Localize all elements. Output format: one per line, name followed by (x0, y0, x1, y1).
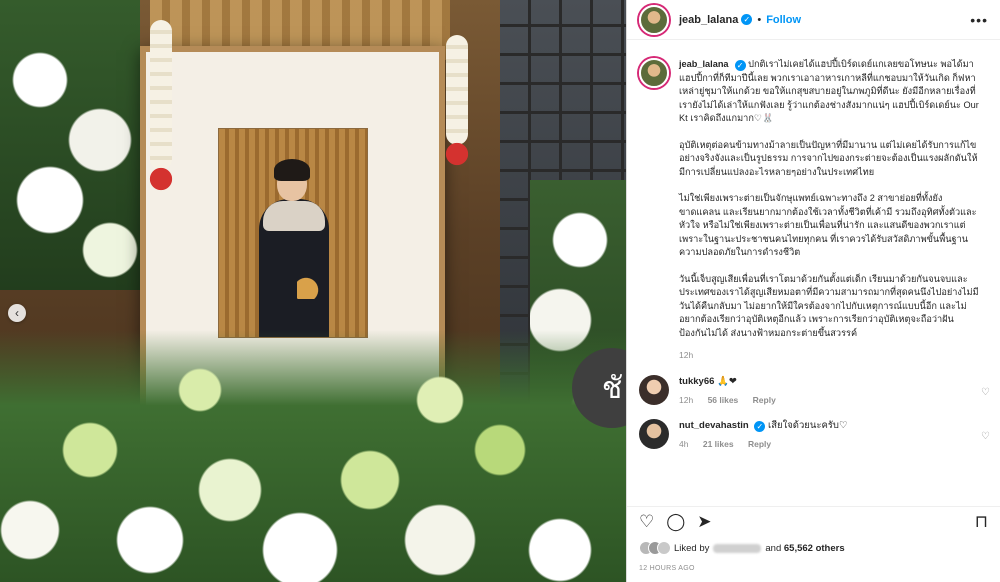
comment-item: tukky66 🙏❤ 12h 56 likes Reply ♡ (627, 374, 1000, 407)
person-hair (274, 159, 310, 181)
flowers-bottom (0, 330, 626, 582)
blurred-username (713, 543, 762, 553)
carousel-prev-button[interactable]: ‹ (8, 304, 26, 322)
comments-list[interactable]: jeab_lalana ✓ ปกติเราไม่เคยได้แฮปปี้เบิร์… (627, 50, 1000, 500)
verified-badge-icon: ✓ (754, 420, 766, 432)
liked-by-label: Liked by (674, 542, 710, 554)
save-icon[interactable]: ⊓ (975, 512, 988, 532)
reply-button[interactable]: Reply (748, 439, 771, 449)
rose-tassel (146, 166, 176, 192)
avatar[interactable] (639, 58, 669, 88)
comment-time: 4h (679, 438, 689, 449)
reply-button[interactable]: Reply (753, 395, 776, 405)
verified-badge-icon: ✓ (741, 14, 753, 25)
comment-likes[interactable]: 56 likes (708, 395, 739, 405)
comment-meta: 4h 21 likes Reply (679, 438, 847, 451)
comment-body: nut_devahastin ✓ เสียใจด้วยนะครับ♡ 4h 21… (679, 419, 847, 451)
post-photo[interactable]: ชั ‹ (0, 0, 626, 582)
avatar[interactable] (639, 418, 669, 449)
liker-avatars (639, 541, 671, 555)
follow-button[interactable]: Follow (766, 14, 801, 26)
separator-dot: • (757, 13, 762, 26)
likes-count[interactable]: 65,562 others (784, 543, 845, 554)
share-icon[interactable]: ➤ (697, 512, 711, 532)
comment-time: 12h (679, 394, 694, 405)
jasmine-garland-left (146, 20, 176, 192)
caption-paragraph: ไม่ใช่เพียงเพราะต่ายเป็นจักษุแพทย์เฉพาะท… (679, 193, 977, 257)
rose-tassel (442, 141, 472, 167)
comment-like-icon[interactable]: ♡ (981, 431, 990, 442)
portrait-photo (218, 128, 368, 338)
comment-text: 🙏❤ (717, 375, 737, 387)
caption-paragraph: วันนี้เจ็บสูญเสียเพื่อนที่เราโตมาด้วยกัน… (679, 273, 979, 338)
comment-body: tukky66 🙏❤ 12h 56 likes Reply (679, 375, 788, 407)
person-brooch (297, 269, 327, 299)
caption-body: jeab_lalana ✓ ปกติเราไม่เคยได้แฮปปี้เบิร์… (679, 58, 979, 363)
more-options-icon[interactable]: ••• (970, 12, 988, 28)
caption: jeab_lalana ✓ ปกติเราไม่เคยได้แฮปปี้เบิร์… (627, 50, 1000, 363)
caption-time: 12h (679, 350, 694, 360)
avatar[interactable] (639, 4, 669, 35)
person-lace-collar (263, 201, 325, 231)
comment-username[interactable]: nut_devahastin (679, 420, 749, 431)
post-timestamp: 12 HOURS AGO (639, 565, 695, 572)
caption-paragraph: อุบัติเหตุต่อคนข้ามทางม้าลายเป็นปัญหาที่… (679, 139, 978, 177)
comment-icon[interactable]: ◯ (666, 512, 685, 532)
likes-connector: and (765, 542, 782, 554)
caption-username[interactable]: jeab_lalana (679, 59, 729, 69)
post-actions: ♡ ◯ ➤ ⊓ (627, 506, 1000, 536)
post-username[interactable]: jeab_lalana (679, 14, 738, 26)
like-icon[interactable]: ♡ (639, 512, 654, 532)
comment-like-icon[interactable]: ♡ (981, 387, 990, 398)
comment-likes[interactable]: 21 likes (703, 439, 734, 449)
post-side-panel: jeab_lalana ✓ • Follow ••• jeab_lalana ✓ … (626, 0, 1000, 582)
caption-paragraph: jeab_lalana ✓ ปกติเราไม่เคยได้แฮปปี้เบิร์… (679, 58, 979, 126)
comment-username[interactable]: tukky66 (679, 376, 714, 387)
comment-item: nut_devahastin ✓ เสียใจด้วยนะครับ♡ 4h 21… (627, 418, 1000, 451)
jasmine-garland-right (442, 35, 472, 167)
flowers-left (0, 0, 140, 290)
likes-summary[interactable]: Liked by and 65,562 others (639, 541, 845, 555)
comment-text: เสียใจด้วยนะครับ♡ (767, 419, 848, 431)
verified-badge-icon: ✓ (734, 60, 746, 71)
comment-meta: 12h 56 likes Reply (679, 394, 788, 407)
post-header: jeab_lalana ✓ • Follow ••• (627, 0, 1000, 40)
avatar[interactable] (639, 374, 669, 405)
